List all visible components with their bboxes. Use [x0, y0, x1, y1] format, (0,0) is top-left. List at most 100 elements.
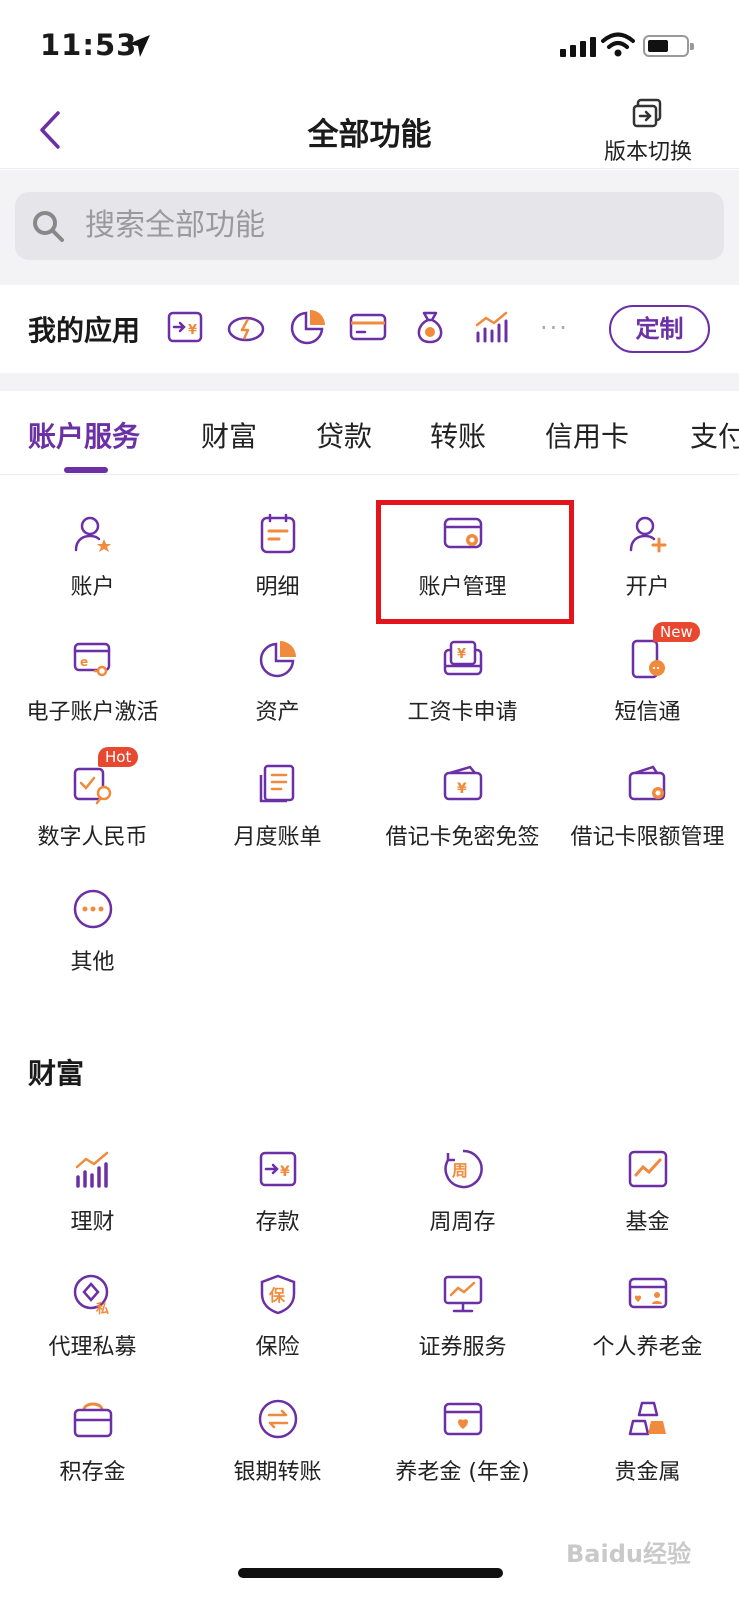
- highlight-annotation: [376, 500, 574, 624]
- grid-item-label: 贵金属: [614, 1460, 681, 1485]
- grid-item-label: 明细: [255, 575, 300, 600]
- hot-badge: Hot: [98, 747, 139, 767]
- grid-item-label: 养老金 (年金): [395, 1460, 530, 1485]
- grid-item-detail[interactable]: 明细: [185, 513, 370, 623]
- grid-item-wealth-management[interactable]: 理财: [0, 1148, 185, 1258]
- version-switch-label: 版本切换: [603, 140, 692, 165]
- grid-item-label: 短信通: [614, 700, 681, 725]
- pie-chart-icon[interactable]: [288, 307, 328, 347]
- pie-chart-icon: [259, 641, 296, 678]
- tab-transfer[interactable]: 转账: [430, 415, 486, 455]
- svg-text:¥: ¥: [457, 781, 467, 797]
- grid-item-e-account-activation[interactable]: e 电子账户激活: [0, 638, 185, 748]
- phone-message-icon: [631, 639, 665, 679]
- status-bar: 11:53: [0, 0, 739, 95]
- grid-item-bank-futures-transfer[interactable]: 银期转账: [185, 1398, 370, 1508]
- grid-item-precious-metals[interactable]: 贵金属: [555, 1398, 739, 1508]
- monthly-bill-icon: [259, 764, 295, 803]
- grid-item-other[interactable]: 其他: [0, 888, 185, 998]
- grid-item-deposit[interactable]: ¥ 存款: [185, 1148, 370, 1258]
- grid-item-label: 数字人民币: [37, 825, 148, 850]
- svg-text:保: 保: [268, 1286, 286, 1305]
- bar-trend-icon[interactable]: [472, 307, 512, 347]
- digital-rmb-icon: [73, 767, 112, 805]
- private-fund-icon: 私: [73, 1274, 109, 1315]
- grid-item-salary-card[interactable]: ¥ 工资卡申请: [370, 638, 555, 748]
- search-area: [0, 170, 739, 285]
- search-box[interactable]: [15, 192, 724, 260]
- gold-bag-icon: [73, 1402, 113, 1438]
- grid-item-label: 个人养老金: [592, 1335, 703, 1360]
- grid-item-label: 基金: [625, 1210, 670, 1235]
- search-icon: [33, 211, 64, 242]
- grid-item-label: 周周存: [429, 1210, 496, 1235]
- tab-account-services[interactable]: 账户服务: [28, 415, 140, 455]
- gold-bars-icon: [628, 1401, 666, 1436]
- securities-monitor-icon: [443, 1275, 483, 1313]
- bar-trend-icon: [75, 1151, 109, 1188]
- grid-item-personal-pension[interactable]: 个人养老金: [555, 1273, 739, 1383]
- grid-item-insurance[interactable]: 保 保险: [185, 1273, 370, 1383]
- fund-chart-icon: [628, 1150, 668, 1188]
- grid-item-fund[interactable]: 基金: [555, 1148, 739, 1258]
- grid-item-label: 其他: [70, 950, 115, 975]
- grid-item-label: 理财: [70, 1210, 115, 1235]
- grid-item-sms-service[interactable]: New 短信通: [555, 622, 739, 748]
- category-tabs: 账户服务 财富 贷款 转账 信用卡 支付: [0, 391, 739, 475]
- grid-item-weekly-deposit[interactable]: 周 周周存: [370, 1148, 555, 1258]
- grid-item-gold-accumulation[interactable]: 积存金: [0, 1398, 185, 1508]
- grid-item-label: 电子账户激活: [26, 700, 159, 725]
- grid-item-digital-rmb[interactable]: Hot 数字人民币: [0, 747, 185, 873]
- more-apps-dots: ...: [540, 307, 569, 335]
- grid-item-label: 工资卡申请: [407, 700, 518, 725]
- grid-item-label: 证券服务: [418, 1335, 507, 1360]
- tab-loans[interactable]: 贷款: [316, 415, 372, 455]
- search-input[interactable]: [85, 202, 685, 248]
- weekly-icon: 周: [444, 1149, 483, 1189]
- home-indicator[interactable]: [238, 1568, 503, 1578]
- grid-item-securities[interactable]: 证券服务: [370, 1273, 555, 1383]
- location-arrow-icon: [128, 35, 150, 57]
- annuity-card-icon: [443, 1402, 483, 1436]
- grid-item-debit-card-password-free[interactable]: ¥ 借记卡免密免签: [370, 763, 555, 873]
- grid-item-label: 存款: [255, 1210, 300, 1235]
- wallet-gear-icon: [628, 765, 666, 801]
- exchange-circle-icon: [258, 1399, 298, 1439]
- grid-item-private-fund[interactable]: 私 代理私募: [0, 1273, 185, 1383]
- flash-icon[interactable]: [226, 307, 266, 347]
- grid-item-label: 资产: [255, 700, 300, 725]
- more-circle-icon: [73, 889, 113, 929]
- watermark-logo: Baidu经验: [566, 1540, 691, 1568]
- ecard-key-icon: e: [73, 642, 111, 677]
- transfer-in-icon[interactable]: ¥: [165, 307, 205, 347]
- card-icon[interactable]: [348, 307, 388, 347]
- my-apps-title: 我的应用: [28, 314, 141, 347]
- customize-button[interactable]: 定制: [609, 305, 710, 353]
- section-divider: [0, 373, 739, 391]
- grid-item-annuity[interactable]: 养老金 (年金): [370, 1398, 555, 1508]
- switch-icon: [632, 98, 662, 128]
- header: 全部功能 版本切换: [0, 95, 739, 169]
- tab-wealth[interactable]: 财富: [201, 415, 257, 455]
- grid-item-label: 借记卡限额管理: [570, 825, 725, 850]
- grid-item-monthly-bill[interactable]: 月度账单: [185, 763, 370, 873]
- status-time: 11:53: [40, 28, 138, 62]
- detail-list-icon: [260, 513, 296, 554]
- grid-item-label: 月度账单: [233, 825, 322, 850]
- grid-item-debit-card-limit[interactable]: 借记卡限额管理: [555, 763, 739, 873]
- tab-payment[interactable]: 支付: [690, 415, 739, 455]
- svg-text:私: 私: [96, 1301, 109, 1315]
- grid-item-label: 借记卡免密免签: [385, 825, 540, 850]
- grid-item-label: 银期转账: [233, 1460, 322, 1485]
- wealth-section-title: 财富: [28, 1057, 85, 1090]
- tab-credit-card[interactable]: 信用卡: [545, 415, 629, 455]
- deposit-icon: ¥: [259, 1151, 297, 1187]
- battery-icon: [643, 35, 694, 57]
- user-add-icon: [629, 516, 667, 553]
- user-star-icon: [74, 516, 111, 552]
- version-switch-button[interactable]: 版本切换: [598, 98, 698, 165]
- grid-item-assets[interactable]: 资产: [185, 638, 370, 748]
- money-bag-icon[interactable]: [410, 307, 450, 347]
- grid-item-account[interactable]: 账户: [0, 513, 185, 623]
- grid-item-open-account[interactable]: 开户: [555, 513, 739, 623]
